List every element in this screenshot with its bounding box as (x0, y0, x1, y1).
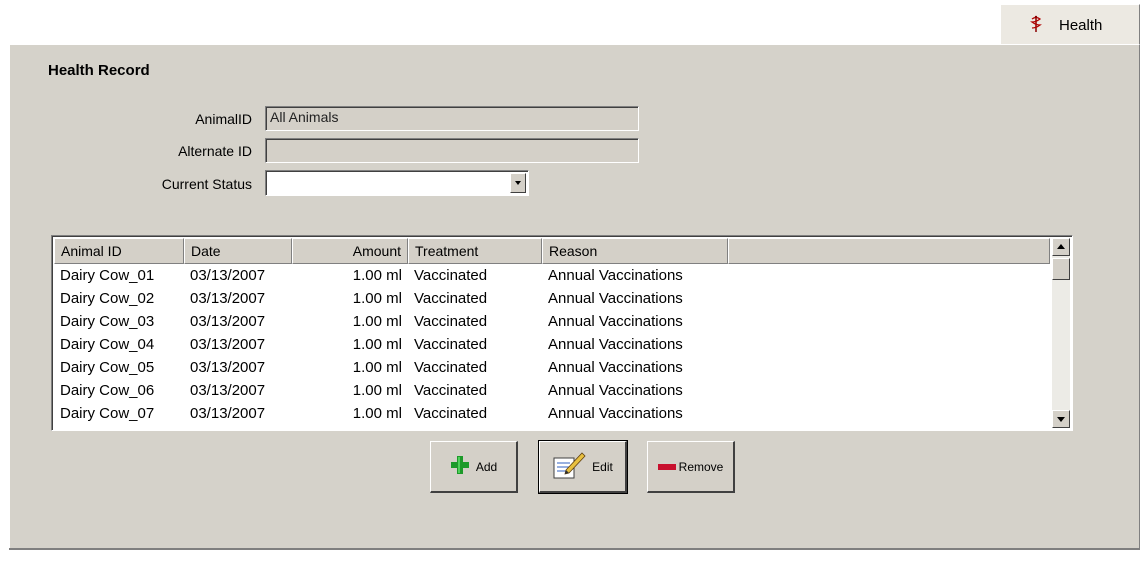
cell-amount: 1.00 ml (352, 382, 402, 399)
column-header-date[interactable]: Date (184, 238, 292, 264)
tab-health-label: Health (1059, 17, 1103, 34)
cell-treatment: Vaccinated (414, 382, 488, 399)
scroll-thumb[interactable] (1052, 258, 1070, 280)
green-plus-icon (450, 455, 470, 478)
cell-animal-id: Dairy Cow_04 (60, 336, 155, 353)
edit-button[interactable]: Edit (538, 440, 628, 494)
table-row[interactable]: Dairy Cow_02 03/13/2007 1.00 ml Vaccinated A… (54, 287, 1050, 310)
scroll-down-icon[interactable] (1052, 410, 1070, 428)
cell-treatment: Vaccinated (414, 290, 488, 307)
table-row[interactable]: Dairy Cow_04 03/13/2007 1.00 ml Vaccinated A… (54, 333, 1050, 356)
cell-animal-id: Dairy Cow_07 (60, 405, 155, 422)
alternate-id-label: Alternate ID (178, 143, 252, 159)
cell-treatment: Vaccinated (414, 359, 488, 376)
remove-button-label: Remove (678, 459, 724, 474)
remove-button[interactable]: Remove (647, 441, 735, 493)
table-row[interactable]: Dairy Cow_05 03/13/2007 1.00 ml Vaccinated A… (54, 356, 1050, 379)
current-status-label: Current Status (161, 176, 252, 192)
cell-reason: Annual Vaccinations (548, 336, 683, 353)
cell-treatment: Vaccinated (414, 313, 488, 330)
panel-background: Health Record AnimalID All Animals Alter… (10, 45, 1139, 548)
cell-date: 03/13/2007 (190, 382, 266, 399)
chevron-down-icon[interactable] (510, 173, 526, 193)
cell-reason: Annual Vaccinations (548, 313, 683, 330)
table-header: Animal ID Date Amount Treatment Reason (54, 238, 1050, 264)
cell-amount: 1.00 ml (352, 313, 402, 330)
section-title: Health Record (48, 62, 150, 79)
column-header-reason[interactable]: Reason (542, 238, 728, 264)
animal-id-label: AnimalID (195, 111, 252, 127)
cell-reason: Annual Vaccinations (548, 359, 683, 376)
cell-animal-id: Dairy Cow_06 (60, 382, 155, 399)
alternate-id-field[interactable] (265, 138, 639, 163)
health-window: Health Health Record AnimalID All Animal… (0, 0, 1143, 568)
cell-date: 03/13/2007 (190, 336, 266, 353)
cell-animal-id: Dairy Cow_02 (60, 290, 155, 307)
panel-bottom-edge (9, 548, 1140, 550)
column-header-blank[interactable] (728, 238, 1050, 264)
cell-reason: Annual Vaccinations (548, 382, 683, 399)
health-caduceus-icon (1029, 15, 1043, 33)
add-button[interactable]: Add (430, 441, 518, 493)
cell-animal-id: Dairy Cow_03 (60, 313, 155, 330)
add-button-label: Add (475, 459, 498, 474)
cell-animal-id: Dairy Cow_05 (60, 359, 155, 376)
cell-treatment: Vaccinated (414, 267, 488, 284)
cell-amount: 1.00 ml (352, 290, 402, 307)
table-body: Dairy Cow_01 03/13/2007 1.00 ml Vaccinated A… (54, 264, 1050, 425)
cell-date: 03/13/2007 (190, 313, 266, 330)
cell-amount: 1.00 ml (352, 359, 402, 376)
table-row[interactable]: Dairy Cow_03 03/13/2007 1.00 ml Vaccinated A… (54, 310, 1050, 333)
scroll-up-icon[interactable] (1052, 238, 1070, 256)
cell-reason: Annual Vaccinations (548, 405, 683, 422)
cell-date: 03/13/2007 (190, 405, 266, 422)
table-row[interactable]: Dairy Cow_01 03/13/2007 1.00 ml Vaccinated A… (54, 264, 1050, 287)
cell-reason: Annual Vaccinations (548, 290, 683, 307)
column-header-amount[interactable]: Amount (292, 238, 408, 264)
notepad-pencil-icon (552, 450, 586, 483)
cell-treatment: Vaccinated (414, 336, 488, 353)
table-row[interactable]: Dairy Cow_07 03/13/2007 1.00 ml Vaccinated A… (54, 402, 1050, 425)
animal-id-field[interactable]: All Animals (265, 106, 639, 131)
edit-button-label: Edit (592, 459, 613, 474)
cell-amount: 1.00 ml (352, 267, 402, 284)
red-minus-icon (657, 460, 676, 474)
health-records-table[interactable]: Animal ID Date Amount Treatment Reason D… (51, 235, 1073, 431)
cell-amount: 1.00 ml (352, 405, 402, 422)
tab-health[interactable]: Health (1000, 4, 1140, 44)
table-row[interactable]: Dairy Cow_06 03/13/2007 1.00 ml Vaccinated A… (54, 379, 1050, 402)
column-header-animal-id[interactable]: Animal ID (54, 238, 184, 264)
cell-amount: 1.00 ml (352, 336, 402, 353)
cell-animal-id: Dairy Cow_01 (60, 267, 155, 284)
cell-reason: Annual Vaccinations (548, 267, 683, 284)
health-record-panel: Health Record AnimalID All Animals Alter… (9, 44, 1140, 549)
cell-date: 03/13/2007 (190, 267, 266, 284)
cell-treatment: Vaccinated (414, 405, 488, 422)
cell-date: 03/13/2007 (190, 290, 266, 307)
cell-date: 03/13/2007 (190, 359, 266, 376)
current-status-select[interactable] (265, 170, 529, 196)
column-header-treatment[interactable]: Treatment (408, 238, 542, 264)
vertical-scrollbar[interactable] (1052, 238, 1070, 428)
